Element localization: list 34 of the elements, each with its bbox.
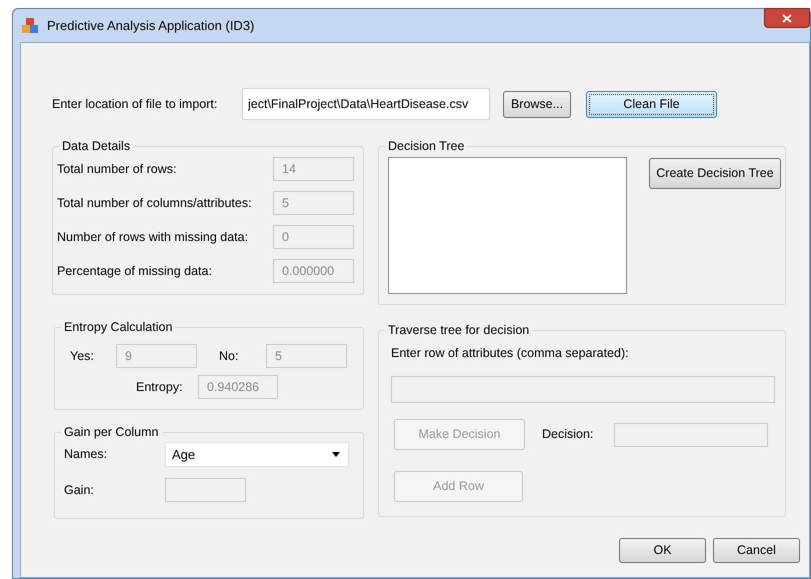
text-field: 0.000000 [273, 259, 354, 283]
tree-view[interactable] [388, 157, 627, 294]
text-field: 0 [273, 225, 354, 249]
field-label: Names: [64, 446, 108, 464]
window-title: Predictive Analysis Application (ID3) [47, 16, 254, 35]
prompt-label: Enter row of attributes (comma separated): [391, 345, 630, 361]
field-label: Yes: [70, 348, 95, 365]
close-icon [782, 14, 792, 22]
browse-button[interactable]: Browse... [503, 90, 571, 118]
file-path-field[interactable]: ject\FinalProject\Data\HeartDisease.csv [242, 88, 490, 120]
import-label: Enter location of file to import: [52, 96, 218, 113]
text-field: 14 [273, 157, 354, 181]
names-dropdown[interactable]: Age [165, 442, 349, 467]
field-label: Decision: [542, 426, 594, 444]
clean-file-button[interactable]: Clean File [586, 90, 717, 118]
create-tree-button[interactable]: Create Decision Tree [649, 158, 781, 189]
cancel-button[interactable]: Cancel [713, 538, 800, 563]
field-label: Number of rows with missing data: [57, 228, 248, 246]
text-field: 9 [116, 344, 197, 368]
group-title: Gain per Column [61, 424, 162, 440]
close-button[interactable] [764, 8, 810, 28]
caret-icon [332, 452, 340, 457]
text-field: 0.940286 [198, 375, 278, 399]
field-label: Gain: [64, 482, 95, 499]
field-label: Percentage of missing data: [57, 262, 212, 280]
field-label: No: [219, 348, 240, 365]
text-field: 5 [266, 344, 347, 368]
field-label: Total number of columns/attributes: [57, 194, 252, 212]
text-field: 5 [273, 191, 354, 215]
group-title: Entropy Calculation [61, 319, 176, 335]
field-label: Entropy: [136, 378, 184, 396]
ok-button[interactable]: OK [619, 538, 706, 563]
app-icon [21, 16, 39, 34]
field-label: Total number of rows: [57, 160, 176, 178]
